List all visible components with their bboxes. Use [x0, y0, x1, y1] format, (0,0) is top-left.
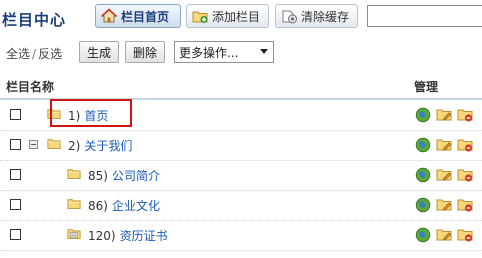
add-column-label: 添加栏目 — [212, 9, 261, 24]
preview-globe-icon[interactable] — [415, 227, 431, 243]
delete-folder-icon[interactable] — [457, 137, 473, 153]
edit-folder-icon[interactable] — [436, 107, 452, 123]
row-name-link[interactable]: 关于我们 — [84, 139, 132, 153]
row-label: 85) 公司简介 — [88, 167, 160, 184]
folder-icon — [47, 139, 61, 149]
select-toggle: 全选 / 反选 — [6, 45, 62, 62]
edit-folder-icon[interactable] — [436, 197, 452, 213]
clear-cache-button[interactable]: 清除缓存 — [275, 4, 358, 28]
row-number: 2) — [68, 139, 81, 153]
row-label: 86) 企业文化 — [88, 197, 160, 214]
highlight-box — [50, 99, 132, 127]
clear-cache-label: 清除缓存 — [301, 9, 350, 24]
delete-folder-icon[interactable] — [457, 107, 473, 123]
row-checkbox[interactable] — [10, 229, 21, 240]
collapse-toggle-icon[interactable] — [29, 140, 38, 149]
row-checkbox[interactable] — [10, 169, 21, 180]
page-title: 栏目中心 — [2, 11, 67, 29]
add-folder-icon — [192, 11, 208, 24]
delete-button[interactable]: 删除 — [125, 41, 165, 63]
row-checkbox[interactable] — [10, 139, 21, 150]
row-name-link[interactable]: 公司简介 — [112, 169, 160, 183]
table-row: 86) 企业文化 — [0, 190, 482, 221]
edit-folder-icon[interactable] — [436, 167, 452, 183]
column-home-button[interactable]: 栏目首页 — [95, 4, 181, 28]
row-number: 86) — [88, 199, 108, 213]
clear-cache-icon — [282, 10, 297, 24]
row-checkbox[interactable] — [10, 199, 21, 210]
row-actions — [415, 167, 473, 183]
select-separator: / — [32, 47, 37, 61]
chevron-down-icon — [260, 49, 268, 54]
row-actions — [415, 137, 473, 153]
preview-globe-icon[interactable] — [415, 137, 431, 153]
more-actions-value: 更多操作... — [179, 45, 239, 60]
folder-icon — [67, 199, 81, 209]
row-actions — [415, 197, 473, 213]
row-number: 120) — [88, 229, 116, 243]
row-actions — [415, 107, 473, 123]
table-row: 120) 资历证书 — [0, 220, 482, 251]
home-icon — [101, 8, 117, 23]
delete-folder-icon[interactable] — [457, 167, 473, 183]
select-all-link[interactable]: 全选 — [6, 47, 30, 61]
table-row: 2) 关于我们 — [0, 130, 482, 161]
table-row: 85) 公司简介 — [0, 160, 482, 191]
add-column-button[interactable]: 添加栏目 — [186, 4, 269, 28]
column-header-manage: 管理 — [414, 80, 439, 94]
folder-list-icon — [67, 229, 81, 239]
preview-globe-icon[interactable] — [415, 167, 431, 183]
delete-folder-icon[interactable] — [457, 197, 473, 213]
more-actions-select[interactable]: 更多操作... — [174, 41, 274, 63]
row-number: 85) — [88, 169, 108, 183]
row-actions — [415, 227, 473, 243]
preview-globe-icon[interactable] — [415, 107, 431, 123]
column-home-label: 栏目首页 — [121, 9, 170, 24]
row-label: 120) 资历证书 — [88, 227, 168, 244]
table-header: 栏目名称 管理 — [0, 74, 482, 100]
edit-folder-icon[interactable] — [436, 137, 452, 153]
row-name-link[interactable]: 企业文化 — [112, 199, 160, 213]
edit-folder-icon[interactable] — [436, 227, 452, 243]
generate-button[interactable]: 生成 — [79, 41, 119, 63]
invert-select-link[interactable]: 反选 — [38, 47, 62, 61]
preview-globe-icon[interactable] — [415, 197, 431, 213]
search-input[interactable] — [367, 5, 482, 27]
row-checkbox[interactable] — [10, 109, 21, 120]
row-label: 2) 关于我们 — [68, 137, 132, 154]
delete-folder-icon[interactable] — [457, 227, 473, 243]
folder-icon — [67, 169, 81, 179]
row-name-link[interactable]: 资历证书 — [120, 229, 168, 243]
column-header-name: 栏目名称 — [6, 80, 55, 94]
